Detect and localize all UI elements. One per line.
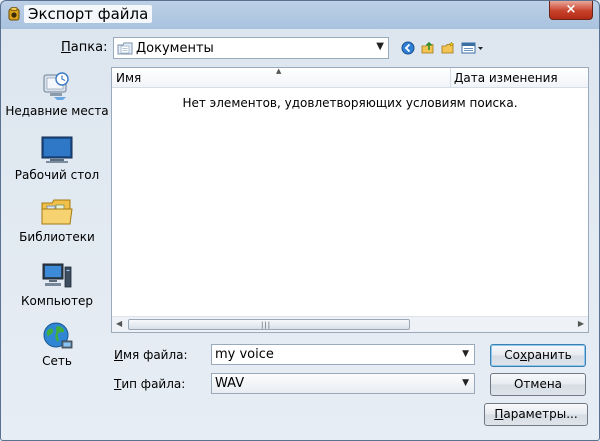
documents-folder-icon — [117, 42, 133, 55]
new-folder-icon[interactable] — [441, 41, 455, 55]
place-recent-places[interactable]: Недавние места — [5, 71, 109, 118]
look-in-value: Документы — [136, 41, 214, 56]
column-header-name[interactable]: Имя — [116, 71, 141, 85]
back-icon[interactable] — [401, 41, 415, 55]
title-bar[interactable]: Экспорт файла × — [1, 1, 599, 29]
window-title: Экспорт файла — [24, 5, 153, 23]
sort-ascending-icon: ▲ — [276, 67, 282, 75]
horizontal-scrollbar[interactable]: ◀ ||| ▶ — [112, 316, 588, 332]
network-icon — [43, 322, 73, 349]
libraries-icon — [41, 199, 73, 225]
up-folder-icon[interactable] — [421, 41, 435, 55]
place-computer[interactable]: Компьютер — [5, 261, 109, 308]
file-type-label: Тип файла: — [114, 377, 186, 391]
grip-icon: ||| — [261, 321, 272, 329]
export-file-dialog: Экспорт файла × Папка: Документы ▼ Недав… — [0, 0, 600, 441]
file-type-select[interactable]: WAV ▼ — [211, 373, 475, 394]
chevron-down-icon[interactable]: ▼ — [376, 41, 384, 52]
place-label: Библиотеки — [19, 230, 95, 244]
options-button[interactable]: Параметры... — [484, 403, 588, 426]
place-label: Сеть — [42, 354, 72, 368]
desktop-icon — [41, 136, 73, 163]
scroll-left-icon[interactable]: ◀ — [116, 319, 122, 328]
scroll-right-icon[interactable]: ▶ — [578, 319, 584, 328]
place-label: Недавние места — [5, 104, 109, 118]
column-header-row: Имя ▲ Дата изменения — [112, 67, 588, 88]
chevron-down-icon[interactable]: ▼ — [462, 378, 469, 388]
view-menu-icon[interactable] — [461, 41, 485, 55]
file-name-label: Имя файла: — [114, 348, 188, 362]
scrollbar-thumb[interactable]: ||| — [128, 319, 410, 330]
places-bar: Недавние места Рабочий стол Библиотеки К… — [5, 67, 109, 379]
cancel-button[interactable]: Отмена — [490, 373, 586, 396]
look-in-combo[interactable]: Документы ▼ — [113, 37, 389, 59]
look-in-label: Папка: — [61, 40, 108, 55]
file-type-value: WAV — [215, 376, 245, 391]
place-network[interactable]: Сеть — [5, 321, 109, 368]
computer-icon — [42, 263, 72, 288]
place-label: Компьютер — [21, 294, 93, 308]
file-name-combo[interactable]: my voice ▼ — [211, 344, 475, 365]
recent-places-icon — [43, 72, 69, 100]
place-label: Рабочий стол — [14, 168, 100, 182]
column-header-date-modified[interactable]: Дата изменения — [454, 71, 558, 85]
navigation-toolbar — [401, 39, 485, 57]
chevron-down-icon[interactable]: ▼ — [462, 349, 469, 359]
place-libraries[interactable]: Библиотеки — [5, 197, 109, 244]
save-button[interactable]: Сохранить — [490, 344, 586, 367]
app-speaker-icon — [8, 7, 20, 21]
file-name-input[interactable]: my voice — [215, 347, 274, 362]
empty-list-message: Нет элементов, удовлетворяющих условиям … — [182, 96, 518, 110]
close-icon: × — [565, 2, 577, 17]
place-desktop[interactable]: Рабочий стол — [5, 135, 109, 182]
file-list[interactable]: Имя ▲ Дата изменения Нет элементов, удов… — [111, 67, 589, 333]
column-separator[interactable] — [450, 68, 451, 88]
close-button[interactable]: × — [549, 1, 593, 20]
